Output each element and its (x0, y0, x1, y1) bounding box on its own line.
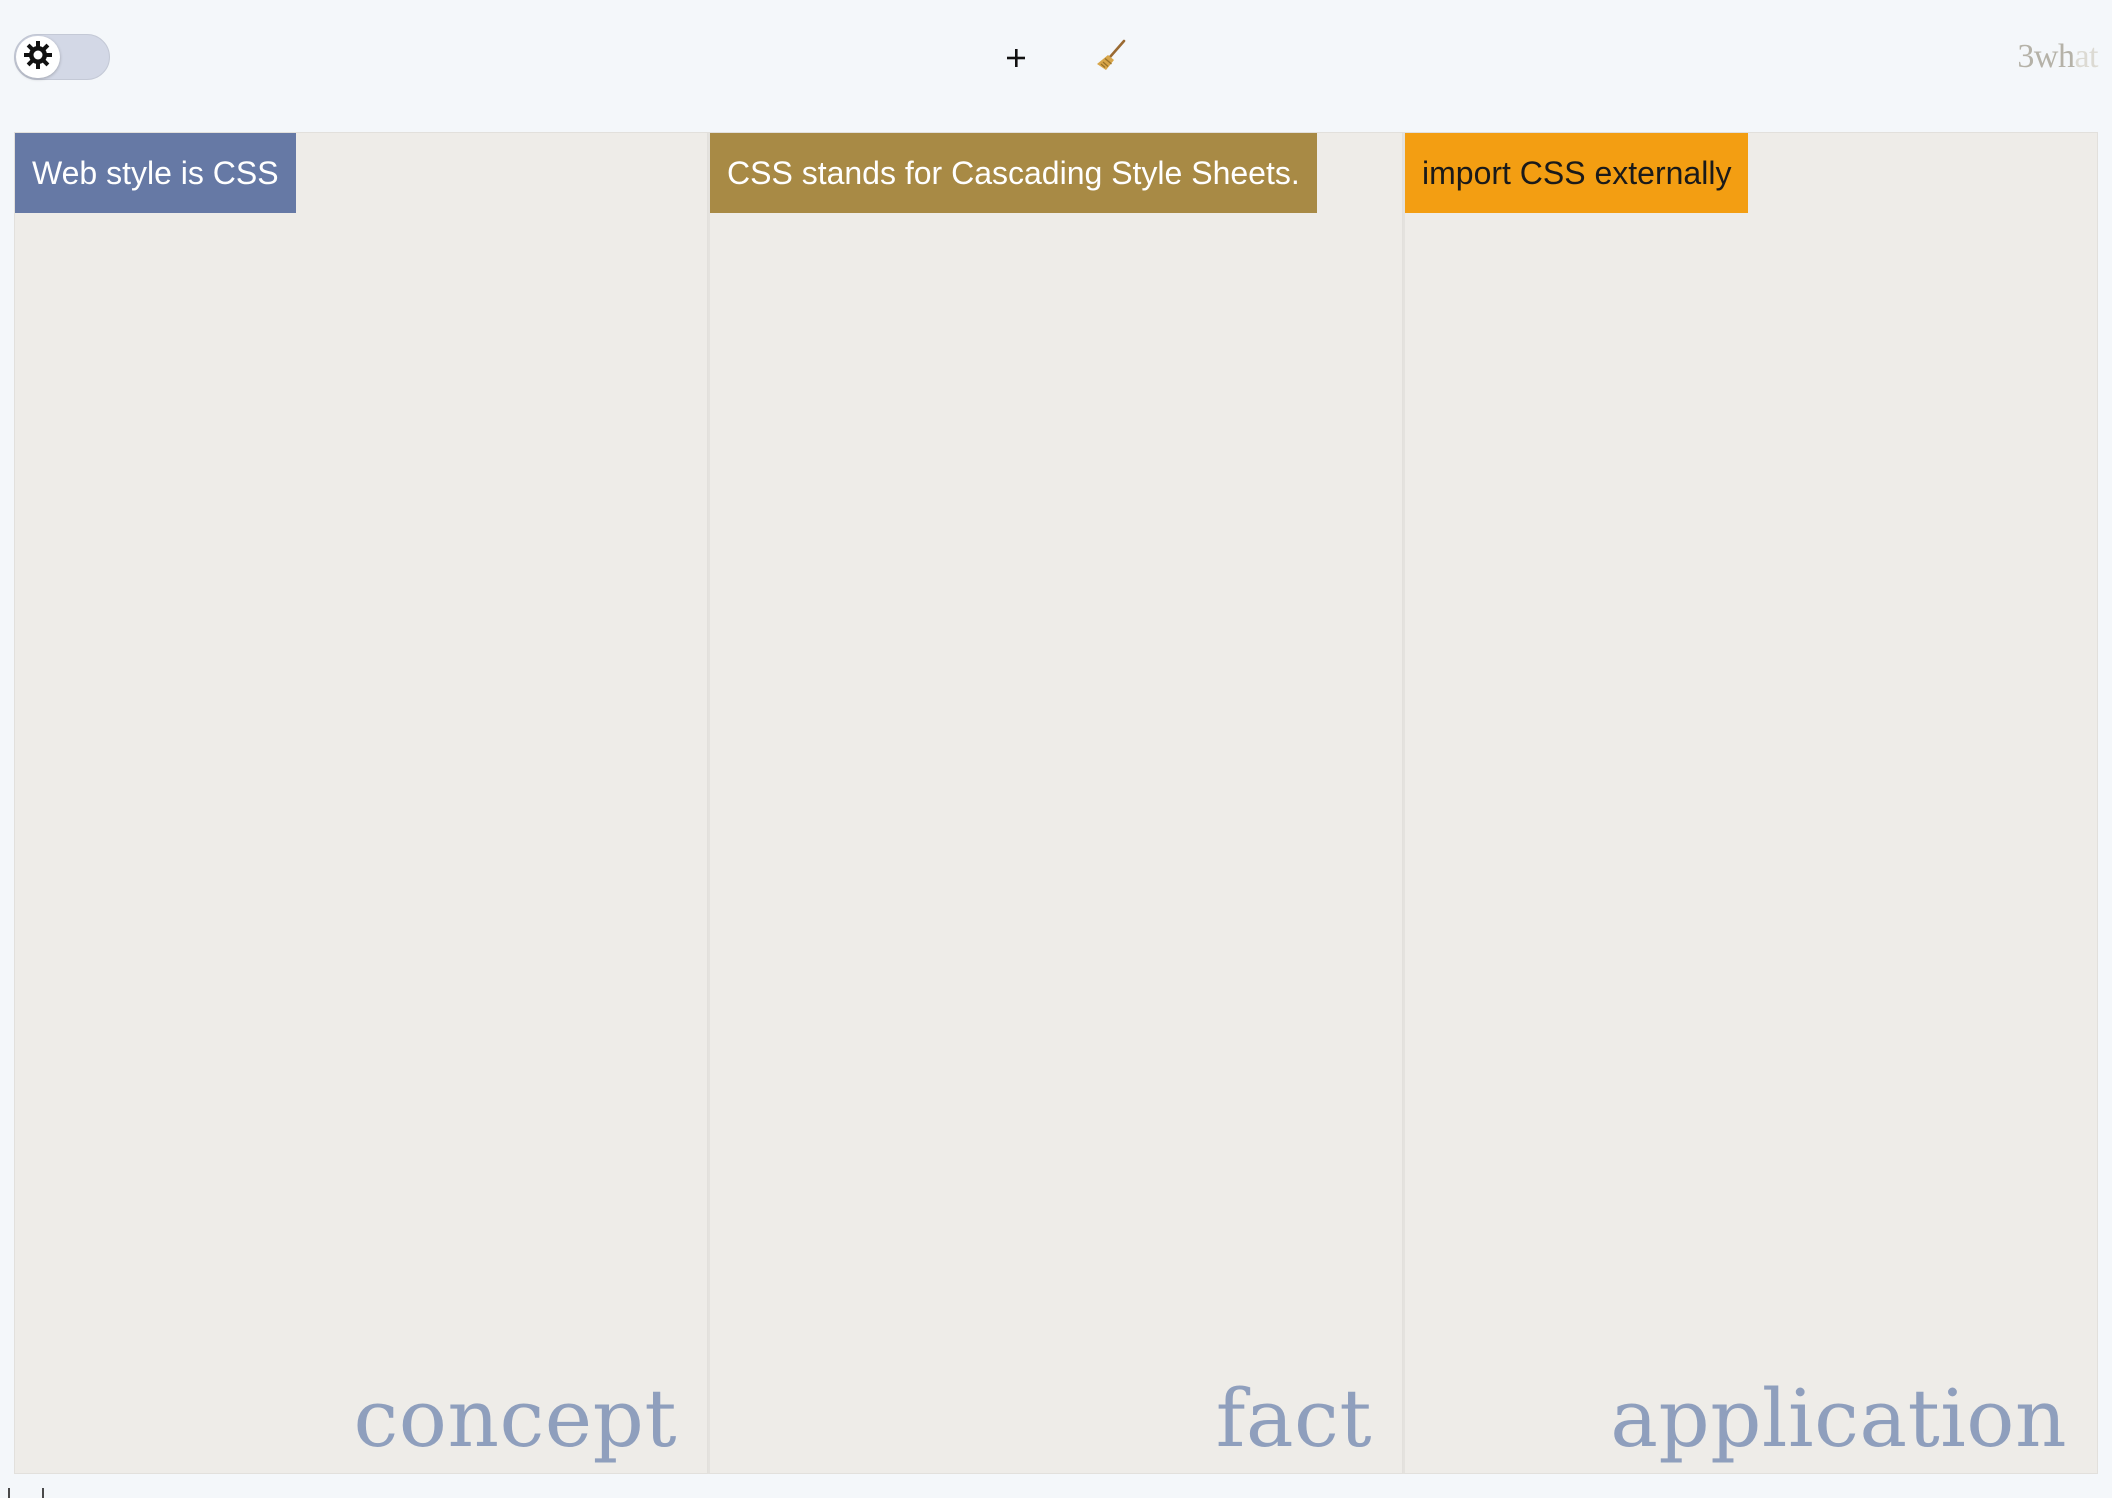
brand-logo: 3what (2017, 38, 2098, 76)
column-label-application: application (1610, 1372, 2067, 1465)
column-label-concept: concept (353, 1372, 677, 1465)
theme-toggle-knob (16, 36, 60, 78)
column-fact[interactable]: CSS stands for Cascading Style Sheets. f… (708, 132, 1403, 1474)
brand-logo-text: 3wh (2017, 38, 2075, 75)
clear-board-button[interactable] (1088, 34, 1134, 80)
board: Web style is CSS concept CSS stands for … (14, 132, 2098, 1474)
card-application[interactable]: import CSS externally (1405, 133, 1749, 213)
toolbar: 3what (0, 0, 2112, 120)
broom-icon (1093, 37, 1129, 78)
add-card-button[interactable] (994, 38, 1038, 82)
card-concept[interactable]: Web style is CSS (15, 133, 296, 213)
card-fact[interactable]: CSS stands for Cascading Style Sheets. (710, 133, 1317, 213)
column-concept[interactable]: Web style is CSS concept (14, 132, 708, 1474)
footer-tick (42, 1488, 44, 1498)
theme-toggle[interactable] (14, 34, 110, 80)
plus-icon (1005, 47, 1027, 74)
card-text: import CSS externally (1422, 154, 1732, 191)
brand-logo-text-faded: at (2074, 38, 2098, 75)
card-text: Web style is CSS (32, 154, 279, 191)
column-application[interactable]: import CSS externally application (1403, 132, 2098, 1474)
column-label-fact: fact (1215, 1372, 1372, 1465)
card-text: CSS stands for Cascading Style Sheets. (727, 154, 1300, 191)
gear-icon (23, 40, 53, 75)
footer-tick (8, 1488, 10, 1498)
